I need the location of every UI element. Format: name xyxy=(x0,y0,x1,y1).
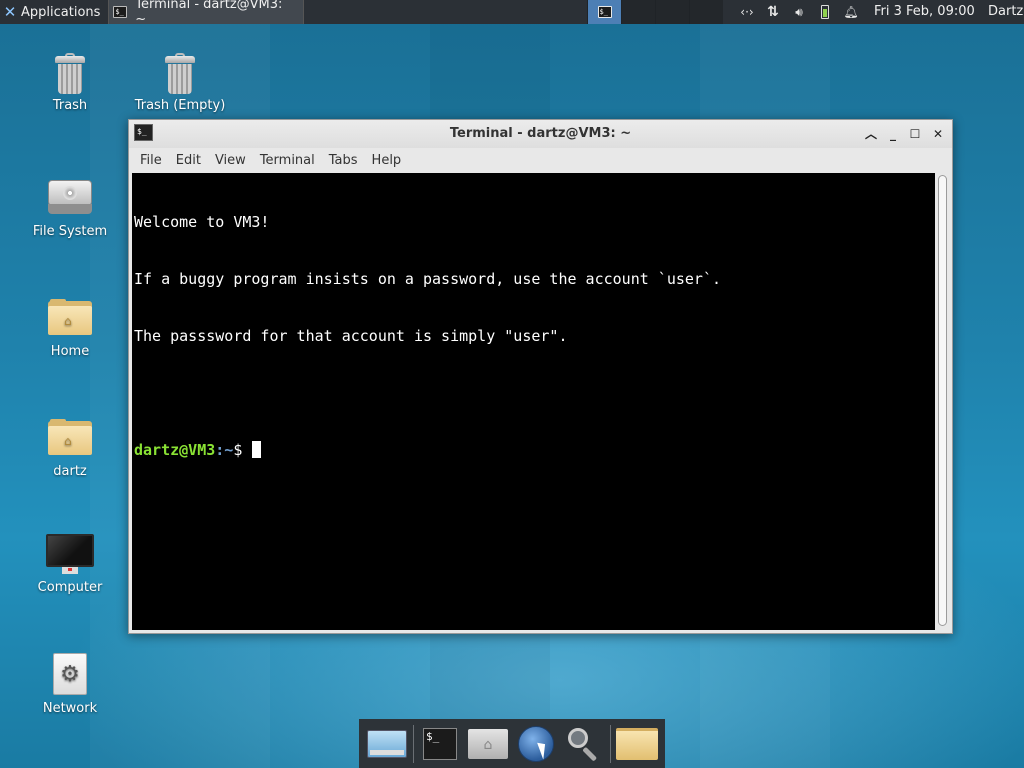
prompt-path: :~ xyxy=(215,441,234,459)
terminal-icon: $_ xyxy=(113,6,128,18)
menubar: File Edit View Terminal Tabs Help xyxy=(129,148,952,173)
terminal-scrollbar[interactable] xyxy=(936,173,949,630)
close-button[interactable]: ✕ xyxy=(929,125,947,143)
menu-edit[interactable]: Edit xyxy=(169,148,208,173)
menu-tabs[interactable]: Tabs xyxy=(322,148,365,173)
prompt-user: dartz@VM3 xyxy=(134,441,216,459)
taskbar-terminal-label: Terminal - dartz@VM3: ~ xyxy=(135,0,283,27)
applications-label: Applications xyxy=(21,4,101,20)
dock-terminal[interactable]: $_ xyxy=(416,721,464,766)
desktop-icon-label: Computer xyxy=(37,580,103,595)
network-gear-icon: ⚙ xyxy=(53,653,87,695)
dock-separator xyxy=(413,724,414,763)
workspace-2[interactable] xyxy=(621,0,655,24)
desktop-icon-trash-empty[interactable]: Trash (Empty) xyxy=(125,53,235,113)
battery-icon[interactable] xyxy=(812,5,838,20)
dock-web-browser[interactable] xyxy=(512,721,560,766)
trash-icon xyxy=(55,53,85,94)
desktop-icon-dartz[interactable]: ⌂ dartz xyxy=(15,419,125,479)
dock: $_ ⌂ xyxy=(359,719,665,768)
folder-icon xyxy=(616,727,658,760)
desktop-icon-file-system[interactable]: File System xyxy=(15,180,125,239)
prompt-symbol: $ xyxy=(233,441,252,459)
menu-view[interactable]: View xyxy=(208,148,253,173)
terminal-icon: $_ xyxy=(423,727,457,760)
system-tray: ‹·› ⇅ 🔊︎ 🔔︎ xyxy=(734,0,864,24)
dock-show-desktop[interactable] xyxy=(363,721,411,766)
home-folder-icon: ⌂ xyxy=(468,728,508,759)
terminal-icon: $_ xyxy=(597,6,612,18)
menu-help[interactable]: Help xyxy=(365,148,409,173)
menu-file[interactable]: File xyxy=(133,148,169,173)
network-arrows-icon[interactable]: ‹·› xyxy=(734,5,760,19)
show-desktop-icon xyxy=(367,729,407,758)
trash-icon xyxy=(165,53,195,94)
window-titlebar[interactable]: $_ Terminal - dartz@VM3: ~ ︿ _ ☐ ✕ xyxy=(129,120,952,148)
dock-folder[interactable] xyxy=(613,721,661,766)
desktop-icon-label: Home xyxy=(50,344,90,359)
desktop-icon-label: dartz xyxy=(53,464,87,479)
home-folder-icon: ⌂ xyxy=(48,299,92,335)
volume-icon[interactable]: 🔊︎ xyxy=(786,5,812,20)
desktop-icon-home[interactable]: ⌂ Home xyxy=(15,299,125,359)
terminal-line: Welcome to VM3! xyxy=(134,213,270,231)
workspace-3[interactable] xyxy=(655,0,689,24)
terminal-output[interactable]: Welcome to VM3! If a buggy program insis… xyxy=(132,173,935,630)
terminal-line: If a buggy program insists on a password… xyxy=(134,270,721,288)
applications-menu-button[interactable]: ✕ Applications xyxy=(0,0,106,24)
taskbar-terminal-button[interactable]: $_ Terminal - dartz@VM3: ~ xyxy=(108,0,305,27)
terminal-window: $_ Terminal - dartz@VM3: ~ ︿ _ ☐ ✕ File … xyxy=(128,119,953,634)
terminal-prompt-line: dartz@VM3:~$ xyxy=(134,441,935,460)
scrollbar-thumb[interactable] xyxy=(938,175,947,626)
desktop-icon-trash[interactable]: Trash xyxy=(15,53,125,113)
desktop-icon-label: Trash (Empty) xyxy=(134,98,226,113)
text-cursor xyxy=(252,441,262,458)
shade-button[interactable]: ︿ xyxy=(862,125,880,143)
workspace-1[interactable]: $_ xyxy=(587,0,621,24)
desktop-icon-label: Network xyxy=(42,701,98,716)
search-icon xyxy=(566,726,602,762)
dock-separator xyxy=(610,724,611,763)
desktop-icon-label: Trash xyxy=(52,98,88,113)
user-menu[interactable]: Dartz xyxy=(988,0,1023,24)
dock-home-folder[interactable]: ⌂ xyxy=(464,721,512,766)
desktop-icon-computer[interactable]: Computer xyxy=(15,534,125,595)
window-title: Terminal - dartz@VM3: ~ xyxy=(449,126,632,141)
workspace-switcher: $_ xyxy=(587,0,723,24)
xfce-logo-icon: ✕ xyxy=(3,3,17,21)
maximize-button[interactable]: ☐ xyxy=(906,125,924,143)
drive-icon xyxy=(48,180,92,214)
top-panel: ✕ Applications $_ Terminal - dartz@VM3: … xyxy=(0,0,1024,27)
workspace-4[interactable] xyxy=(689,0,723,24)
desktop-icon-network[interactable]: ⚙ Network xyxy=(15,653,125,716)
terminal-line: The passsword for that account is simply… xyxy=(134,327,568,345)
monitor-icon xyxy=(46,534,94,576)
home-folder-icon: ⌂ xyxy=(48,419,92,455)
desktop-icon-label: File System xyxy=(32,224,108,239)
dock-search[interactable] xyxy=(560,721,608,766)
transfer-icon[interactable]: ⇅ xyxy=(760,4,786,20)
menu-terminal[interactable]: Terminal xyxy=(253,148,322,173)
clock[interactable]: Fri 3 Feb, 09:00 xyxy=(874,0,975,24)
minimize-button[interactable]: _ xyxy=(884,125,902,143)
notification-bell-icon[interactable]: 🔔︎ xyxy=(838,5,864,19)
